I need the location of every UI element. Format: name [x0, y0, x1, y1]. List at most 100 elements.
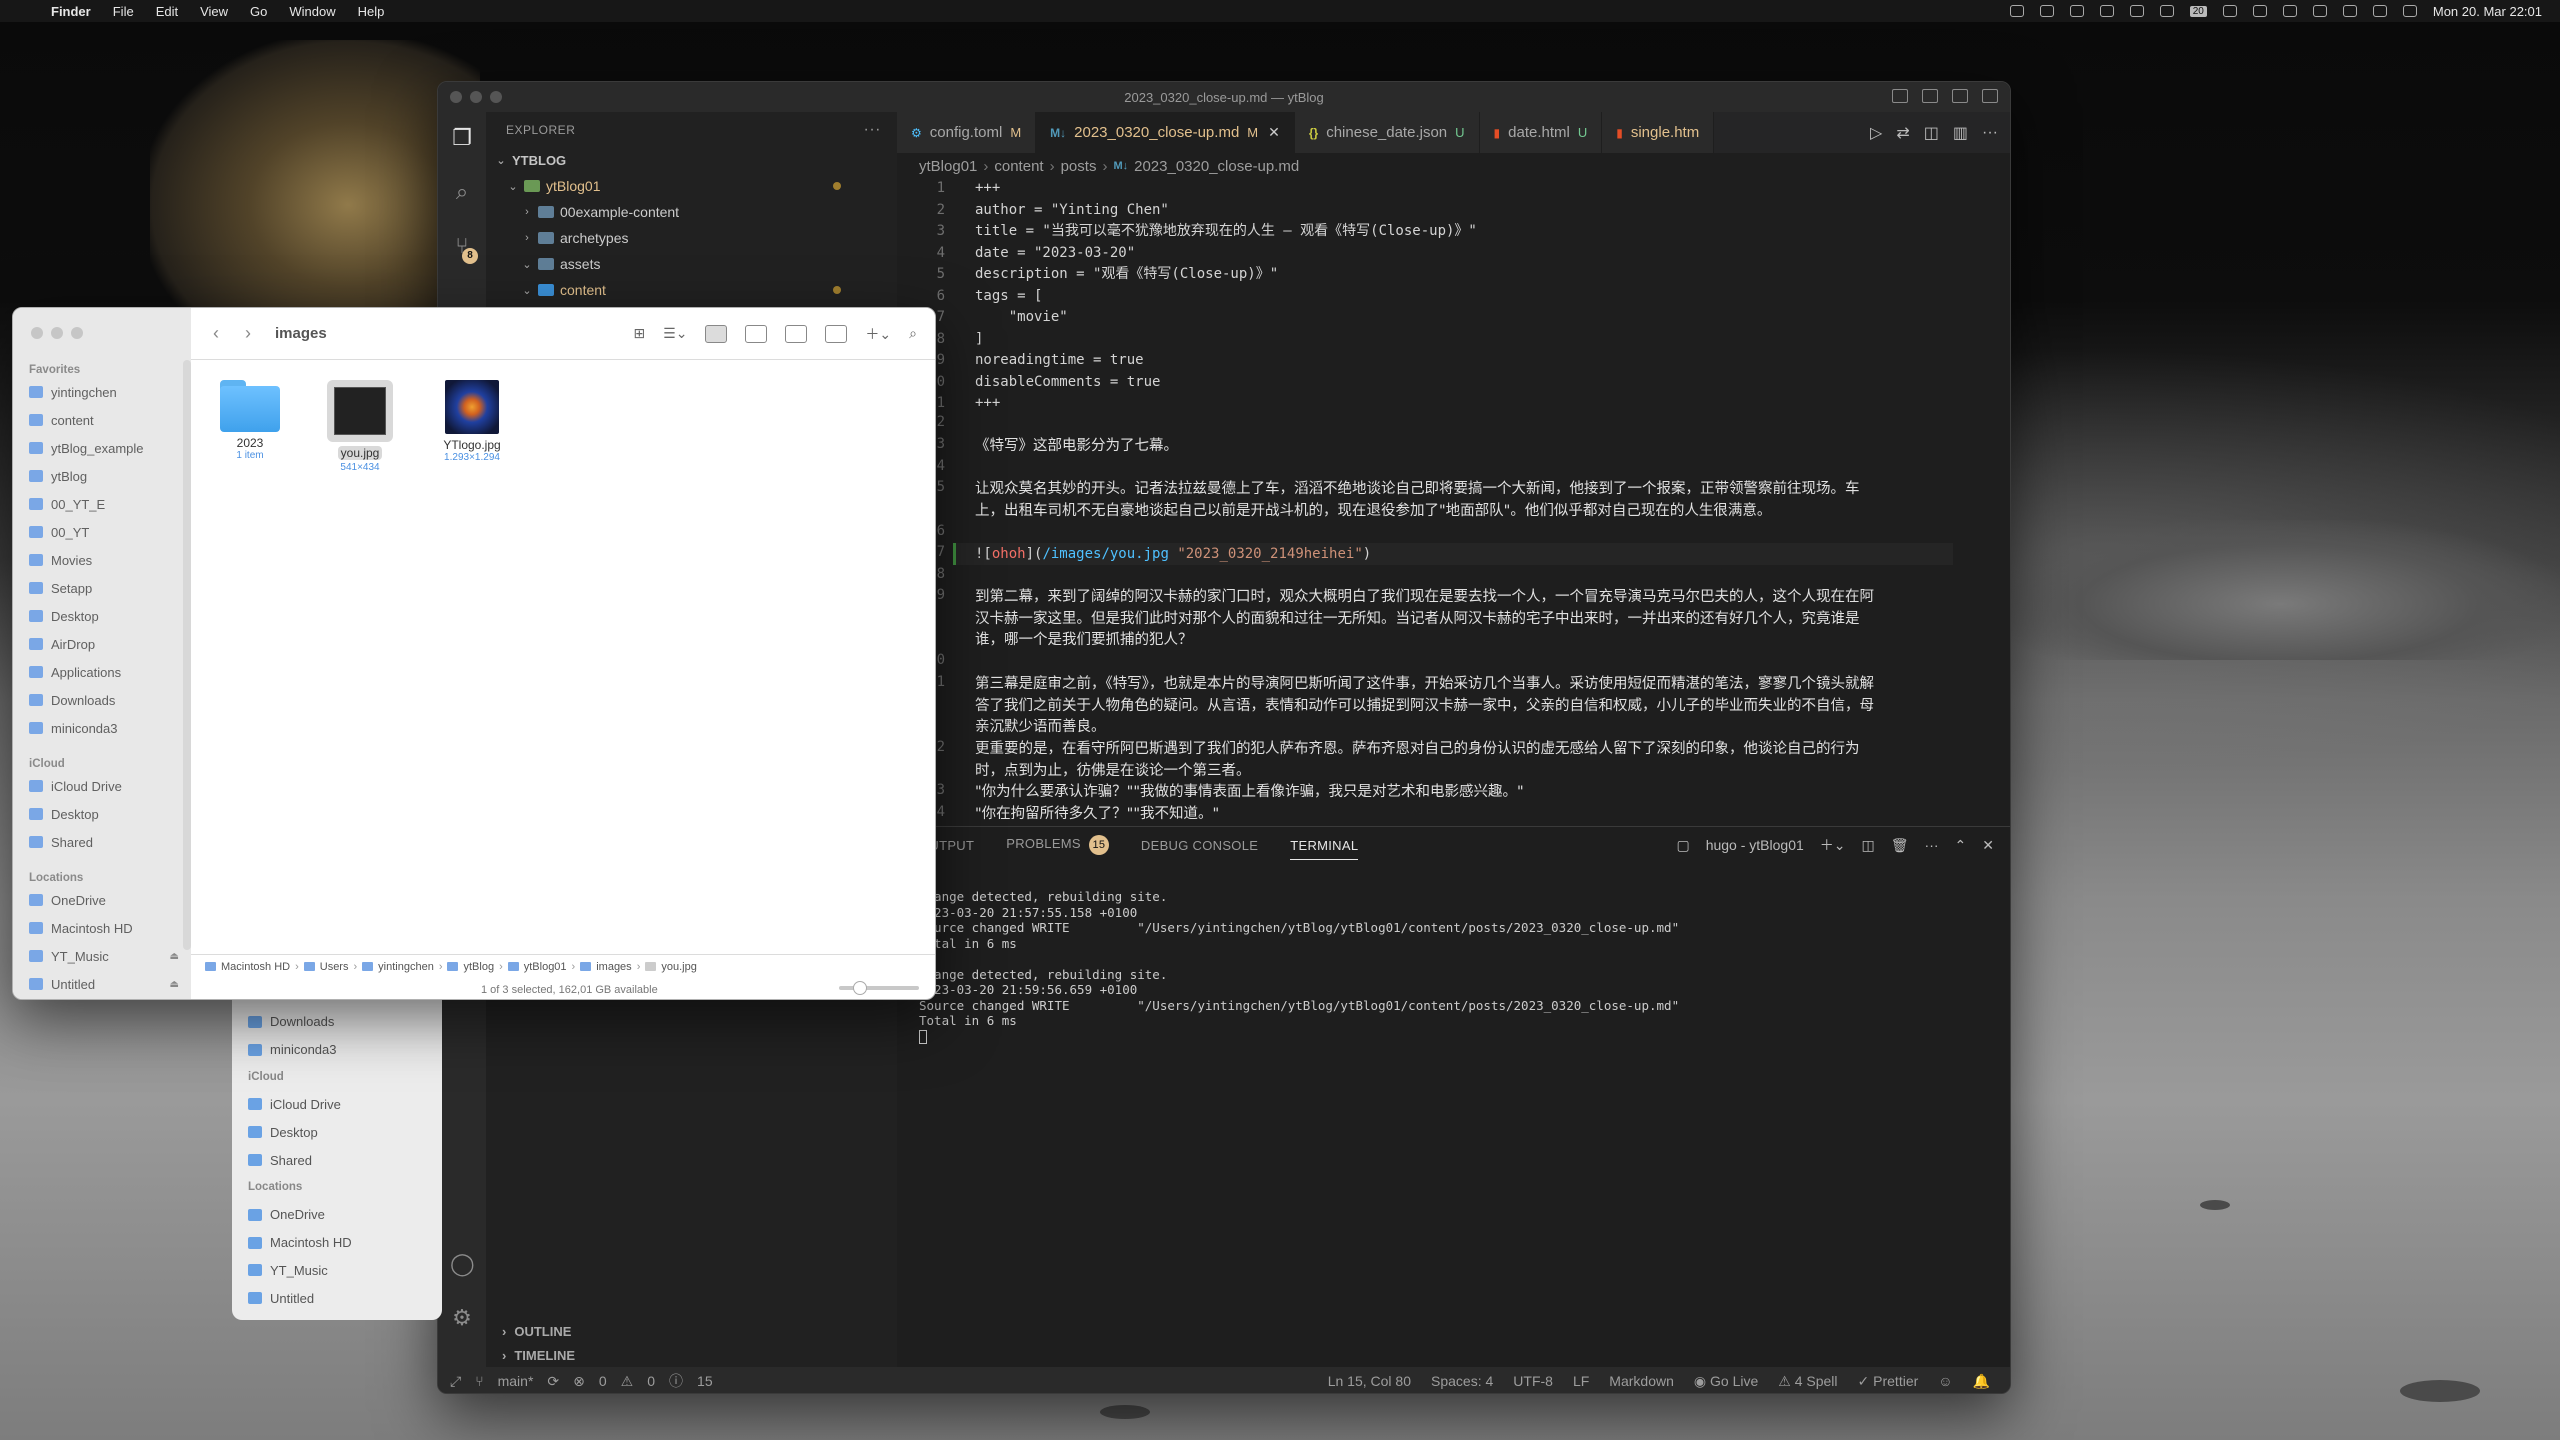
- list-view-button[interactable]: [745, 324, 768, 343]
- menu-edit[interactable]: Edit: [145, 4, 189, 19]
- eject-icon[interactable]: ⏏: [170, 951, 179, 962]
- sidebar-item-macintosh-hd[interactable]: Macintosh HD: [232, 1229, 442, 1257]
- file-item-you-jpg[interactable]: you.jpg 541×434: [315, 380, 405, 473]
- volume-2-icon[interactable]: [2282, 5, 2297, 17]
- search-icon[interactable]: ⌕: [909, 325, 917, 342]
- trash-icon[interactable]: 🗑: [1891, 837, 1909, 854]
- toggle-panel-icon[interactable]: [1922, 89, 1938, 103]
- terminal-output[interactable]: Change detected, rebuilding site. 2023-03…: [919, 889, 1679, 1044]
- encoding[interactable]: UTF-8: [1513, 1373, 1553, 1389]
- sidebar-item-ytblog-example[interactable]: ytBlog_example: [29, 436, 179, 460]
- path-item[interactable]: ytBlog: [463, 961, 494, 973]
- cloud-icon[interactable]: [2009, 5, 2024, 17]
- more-actions-icon[interactable]: ···: [864, 121, 881, 139]
- finder-file-area[interactable]: 2023 1 item you.jpg 541×434 YTlogo.jpg 1…: [191, 360, 935, 954]
- sidebar-item-yt-music[interactable]: YT_Music: [232, 1257, 442, 1285]
- group-by-icon[interactable]: ☰⌄: [663, 325, 687, 342]
- slider-knob[interactable]: [853, 981, 867, 995]
- minimize-window-button[interactable]: [51, 327, 63, 339]
- menu-view[interactable]: View: [189, 4, 239, 19]
- zoom-window-button[interactable]: [71, 327, 83, 339]
- toggle-secondary-sidebar-icon[interactable]: [1952, 89, 1968, 103]
- tab-config-toml[interactable]: ⚙ config.toml M: [897, 112, 1037, 153]
- search-icon[interactable]: [2372, 5, 2387, 17]
- sidebar-item-downloads[interactable]: Downloads: [232, 1008, 442, 1036]
- path-item[interactable]: yintingchen: [378, 961, 434, 973]
- file-item-ytlogo-jpg[interactable]: YTlogo.jpg 1.293×1.294: [427, 380, 517, 463]
- prettier-button[interactable]: ✓ Prettier: [1858, 1373, 1919, 1390]
- remote-icon[interactable]: ⤢: [450, 1373, 461, 1390]
- sidebar-item-icloud-drive[interactable]: iCloud Drive: [29, 774, 179, 798]
- screen-icon[interactable]: [2129, 5, 2144, 17]
- sidebar-item-untitled[interactable]: Untitled: [232, 1284, 442, 1312]
- sidebar-item-applications[interactable]: Applications: [29, 660, 179, 684]
- cursor-position[interactable]: Ln 15, Col 80: [1328, 1373, 1411, 1389]
- sidebar-item-desktop[interactable]: Desktop: [232, 1118, 442, 1146]
- tab-close-up-md[interactable]: M↓ 2023_0320_close-up.md M ✕: [1036, 112, 1295, 153]
- close-window-button[interactable]: [31, 327, 43, 339]
- tree-item-content[interactable]: ⌄ content: [486, 277, 897, 303]
- sidebar-item-ytblog[interactable]: ytBlog: [29, 464, 179, 488]
- forward-icon[interactable]: ›: [245, 323, 251, 344]
- menu-app-name[interactable]: Finder: [40, 4, 102, 19]
- tab-date-html[interactable]: ▮ date.html U: [1479, 112, 1603, 153]
- sidebar-item-icloud-drive[interactable]: iCloud Drive: [232, 1091, 442, 1119]
- explorer-icon[interactable]: ❐: [450, 126, 474, 150]
- timeline-section[interactable]: › TIMELINE: [486, 1343, 897, 1367]
- menu-clock[interactable]: Mon 20. Mar 22:01: [2433, 4, 2542, 19]
- toggle-sidebar-icon[interactable]: [1892, 89, 1908, 103]
- customize-layout-icon[interactable]: [1982, 89, 1998, 103]
- sidebar-item-onedrive[interactable]: OneDrive: [29, 888, 179, 912]
- sidebar-item-airdrop[interactable]: AirDrop: [29, 632, 179, 656]
- code-editor[interactable]: 1 +++ 2 author = "Yinting Chen" 3 title = "…: [897, 178, 2010, 826]
- menu-help[interactable]: Help: [347, 4, 396, 19]
- sidebar-scrollbar[interactable]: [183, 360, 191, 950]
- workspace-root[interactable]: ⌄ YTBLOG: [486, 147, 897, 173]
- icon-size-slider[interactable]: [839, 981, 919, 995]
- new-folder-icon[interactable]: ⊞: [633, 325, 645, 342]
- sidebar-item-miniconda3[interactable]: miniconda3: [232, 1036, 442, 1064]
- spell-button[interactable]: ⚠ 4 Spell: [1778, 1373, 1837, 1390]
- sidebar-item-miniconda3[interactable]: miniconda3: [29, 716, 179, 740]
- info-count[interactable]: 15: [697, 1373, 713, 1389]
- sidebar-item-downloads[interactable]: Downloads: [29, 688, 179, 712]
- tree-item-ytblog01[interactable]: ⌄ ytBlog01: [486, 173, 897, 199]
- more-actions-icon[interactable]: ···: [1925, 837, 1939, 853]
- account-icon[interactable]: ◯: [450, 1252, 475, 1276]
- close-panel-icon[interactable]: ✕: [1982, 837, 1994, 854]
- git-branch[interactable]: main*: [498, 1373, 534, 1389]
- sidebar-item-00-yt[interactable]: 00_YT: [29, 520, 179, 544]
- eject-icon[interactable]: ⏏: [170, 979, 179, 990]
- add-icon[interactable]: ＋⌄: [865, 324, 891, 344]
- path-item[interactable]: you.jpg: [661, 961, 696, 973]
- sidebar-item-yt-music[interactable]: YT_Music ⏏: [29, 944, 179, 968]
- path-item[interactable]: ytBlog01: [524, 961, 567, 973]
- breadcrumb-item[interactable]: posts: [1061, 158, 1097, 175]
- sidebar-item-icloud-desktop[interactable]: Desktop: [29, 802, 179, 826]
- tab-chinese-date-json[interactable]: {} chinese_date.json U: [1294, 112, 1480, 153]
- run-icon[interactable]: ▷: [1870, 123, 1882, 143]
- brightness-icon[interactable]: [2099, 5, 2114, 17]
- sidebar-item-shared[interactable]: Shared: [29, 830, 179, 854]
- column-view-button[interactable]: [785, 324, 808, 343]
- sidebar-item-00-yt-e[interactable]: 00_YT_E: [29, 492, 179, 516]
- menu-window[interactable]: Window: [278, 4, 346, 19]
- go-live-button[interactable]: ◉ Go Live: [1694, 1373, 1758, 1390]
- sidebar-item-content[interactable]: content: [29, 408, 179, 432]
- icon-view-button[interactable]: [705, 324, 728, 343]
- outline-section[interactable]: › OUTLINE: [486, 1319, 897, 1343]
- tab-debug-console[interactable]: DEBUG CONSOLE: [1141, 838, 1258, 853]
- terminal-name[interactable]: hugo - ytBlog01: [1706, 837, 1804, 853]
- tab-single-htm[interactable]: ▮ single.htm: [1602, 112, 1715, 153]
- open-preview-icon[interactable]: ◫: [1924, 123, 1939, 143]
- notifications-icon[interactable]: 🔔: [1973, 1373, 1990, 1390]
- split-editor-icon[interactable]: ▥: [1953, 123, 1968, 143]
- path-item[interactable]: Macintosh HD: [221, 961, 290, 973]
- gallery-view-button[interactable]: [825, 324, 848, 343]
- sidebar-item-macintosh-hd[interactable]: Macintosh HD: [29, 916, 179, 940]
- menu-file[interactable]: File: [102, 4, 145, 19]
- sidebar-item-movies[interactable]: Movies: [29, 548, 179, 572]
- more-actions-icon[interactable]: ···: [1982, 124, 1998, 142]
- timer-icon[interactable]: [2252, 5, 2267, 17]
- search-icon[interactable]: ⌕: [450, 180, 474, 204]
